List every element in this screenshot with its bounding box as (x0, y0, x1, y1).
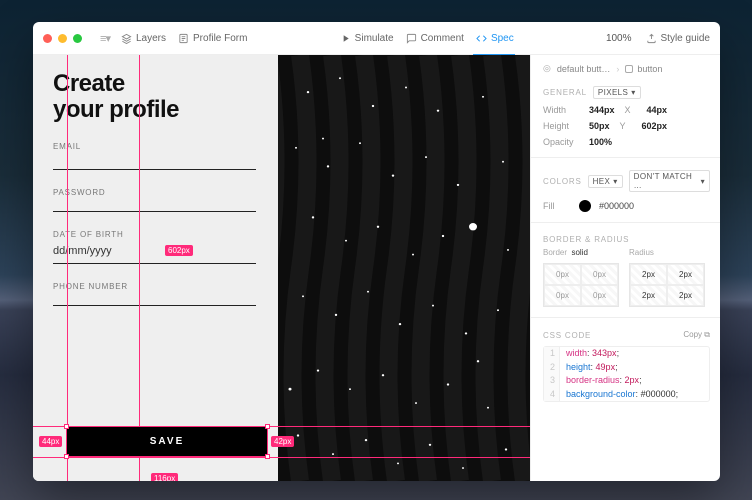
app-window: ≡ ▾ Layers Profile Form Simulate Comment… (33, 22, 720, 481)
play-icon (340, 33, 351, 44)
spec-tab[interactable]: Spec (476, 33, 514, 44)
save-label: SAVE (150, 436, 185, 447)
radius-label: Radius (629, 248, 705, 257)
badge-left-margin: 44px (39, 436, 62, 447)
field-email: EMAIL (53, 142, 256, 170)
breadcrumb: ◎ default butt… › button (543, 63, 710, 74)
layers-label: Layers (136, 33, 166, 44)
opacity-label: Opacity (543, 137, 579, 147)
decorative-art (278, 55, 530, 481)
guide-vertical-2 (139, 55, 140, 481)
opacity-value: 100% (589, 137, 612, 147)
badge-right-margin: 42px (271, 436, 294, 447)
toolbar: ≡ ▾ Layers Profile Form Simulate Comment… (33, 22, 720, 55)
width-value: 344px (589, 105, 615, 115)
layers-tab[interactable]: Layers (121, 33, 166, 44)
code-icon (476, 33, 487, 44)
field-phone: PHONE NUMBER (53, 282, 256, 306)
x-value: 44px (647, 105, 668, 115)
units-select[interactable]: PIXELS ▾ (593, 86, 641, 99)
chevron-down-icon: ▾ (631, 88, 635, 97)
form-icon (178, 33, 189, 44)
height-value: 50px (589, 121, 610, 131)
fill-label: Fill (543, 201, 571, 211)
doc-name[interactable]: Profile Form (178, 33, 247, 44)
fill-hex: #000000 (599, 201, 634, 211)
phone-label: PHONE NUMBER (53, 282, 256, 291)
badge-password-right: 602px (165, 245, 193, 256)
border-width-grid[interactable]: 0px0px 0px0px (543, 263, 619, 307)
style-guide-button[interactable]: Style guide (646, 33, 710, 44)
style-guide-label: Style guide (661, 33, 710, 44)
border-value: solid (571, 248, 587, 257)
color-match-select[interactable]: DON'T MATCH … ▾ (629, 170, 710, 192)
guide-vertical-left (67, 55, 68, 481)
close-icon[interactable] (43, 34, 52, 43)
target-icon: ◎ (543, 63, 551, 74)
dob-value: dd/mm/yyyy (53, 245, 256, 257)
x-label: X (625, 105, 637, 115)
form-artboard: Create your profile EMAIL PASSWORD DATE … (33, 55, 278, 481)
width-label: Width (543, 105, 579, 115)
breadcrumb-current[interactable]: button (625, 64, 662, 74)
inspector-panel: ◎ default butt… › button GENERAL PIXELS … (530, 55, 720, 481)
section-colors: COLORS HEX ▾ DON'T MATCH … ▾ (543, 170, 710, 192)
menu-icon[interactable]: ≡ ▾ (100, 32, 109, 45)
section-general: GENERAL PIXELS ▾ (543, 86, 710, 99)
fill-swatch[interactable] (579, 200, 591, 212)
section-css: CSS CODE Copy ⧉ (543, 330, 710, 340)
badge-below: 116px (151, 473, 178, 481)
layers-icon (121, 33, 132, 44)
chevron-right-icon: › (616, 64, 619, 74)
css-code-block[interactable]: 1width: 343px; 2height: 49px; 3border-ra… (543, 346, 710, 402)
zoom-icon[interactable] (73, 34, 82, 43)
window-controls[interactable] (43, 34, 82, 43)
comment-label: Comment (421, 33, 464, 44)
comment-tab[interactable]: Comment (406, 33, 464, 44)
breadcrumb-parent[interactable]: default butt… (557, 64, 611, 74)
y-label: Y (620, 121, 632, 131)
height-label: Height (543, 121, 579, 131)
zoom-level[interactable]: 100% (606, 33, 632, 44)
copy-icon: ⧉ (704, 330, 710, 339)
password-label: PASSWORD (53, 188, 256, 197)
field-dob: DATE OF BIRTH dd/mm/yyyy (53, 230, 256, 264)
simulate-label: Simulate (355, 33, 394, 44)
main: Create your profile EMAIL PASSWORD DATE … (33, 55, 720, 481)
chevron-down-icon: ▾ (701, 177, 705, 186)
spec-label: Spec (491, 33, 514, 44)
copy-button[interactable]: Copy ⧉ (683, 330, 710, 340)
border-label: Border (543, 248, 567, 257)
simulate-tab[interactable]: Simulate (340, 33, 394, 44)
guide-horizontal-bottom (33, 457, 530, 458)
design-canvas[interactable]: Create your profile EMAIL PASSWORD DATE … (33, 55, 530, 481)
element-icon (625, 65, 633, 73)
form-title: Create your profile (53, 71, 256, 124)
export-icon (646, 33, 657, 44)
doc-name-label: Profile Form (193, 33, 247, 44)
minimize-icon[interactable] (58, 34, 67, 43)
color-format-select[interactable]: HEX ▾ (588, 175, 623, 188)
dob-label: DATE OF BIRTH (53, 230, 256, 239)
chevron-down-icon: ▾ (613, 177, 617, 186)
email-label: EMAIL (53, 142, 256, 151)
border-radius-grid[interactable]: 2px2px 2px2px (629, 263, 705, 307)
y-value: 602px (642, 121, 668, 131)
section-border-radius: BORDER & RADIUS (543, 235, 710, 244)
save-button[interactable]: SAVE (67, 427, 267, 456)
comment-icon (406, 33, 417, 44)
field-password: PASSWORD (53, 188, 256, 212)
